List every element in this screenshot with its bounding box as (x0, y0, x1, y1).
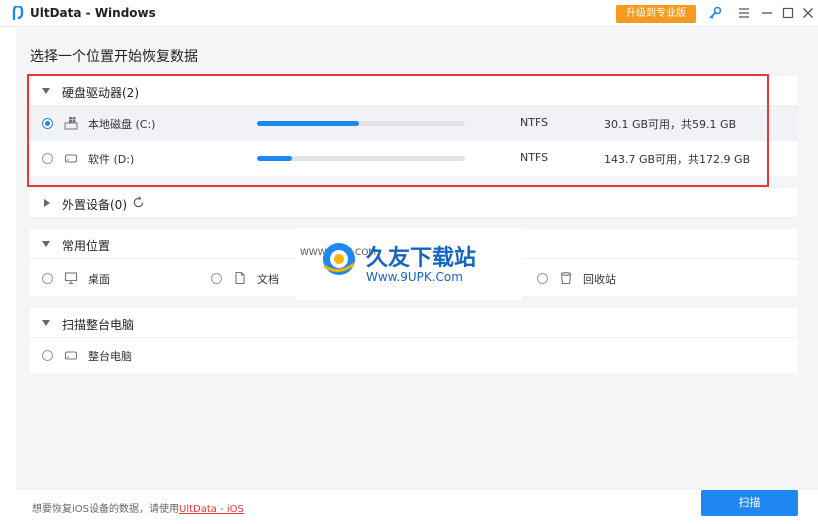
recycle-bin-label: 回收站 (583, 273, 616, 286)
app-title: UltData - Windows (30, 6, 156, 20)
watermark-brand: 久友下载站 (366, 246, 477, 271)
whole-computer-row[interactable]: 整台电脑 (30, 338, 798, 373)
key-icon[interactable] (708, 6, 722, 20)
collapse-caret-icon[interactable] (42, 241, 50, 247)
watermark-globe-icon (323, 243, 355, 275)
maximize-icon[interactable] (781, 6, 795, 20)
hard-drive-icon (64, 351, 78, 360)
external-section: 外置设备(0) (30, 188, 798, 218)
menu-icon[interactable] (737, 6, 751, 20)
ultdata-ios-link[interactable]: UltData - iOS (179, 504, 244, 515)
external-section-title: 外置设备(0) (62, 198, 127, 212)
recycle-bin-radio[interactable] (537, 273, 548, 284)
desktop-label: 桌面 (88, 273, 110, 286)
whole-computer-label: 整台电脑 (88, 350, 132, 363)
upgrade-button[interactable]: 升级到专业版 (616, 5, 696, 23)
common-section-title: 常用位置 (62, 239, 111, 253)
page-title: 选择一个位置开始恢复数据 (30, 49, 198, 65)
whole-computer-radio[interactable] (42, 350, 53, 361)
document-icon (235, 271, 245, 285)
highlight-frame (27, 74, 769, 187)
expand-caret-icon[interactable] (44, 199, 50, 207)
scan-button[interactable]: 扫描 (701, 490, 798, 516)
refresh-icon[interactable] (132, 196, 145, 209)
ultdata-logo-icon (12, 6, 24, 20)
close-icon[interactable] (801, 6, 815, 20)
footer-hint: 想要恢复iOS设备的数据，请使用UltData - iOS (32, 500, 244, 515)
external-section-header[interactable]: 外置设备(0) (30, 188, 798, 218)
watermark: WWW.9UPK.COM 久友下载站 Www.9UPK.Com (296, 228, 522, 300)
documents-radio[interactable] (211, 273, 222, 284)
footer: 想要恢复iOS设备的数据，请使用UltData - iOS 扫描 (0, 490, 818, 524)
full-scan-section-header[interactable]: 扫描整台电脑 (30, 308, 798, 338)
documents-label: 文档 (257, 273, 279, 286)
recycle-bin-icon (560, 272, 572, 285)
desktop-radio[interactable] (42, 273, 53, 284)
full-scan-section: 扫描整台电脑 整台电脑 (30, 308, 798, 373)
title-bar: UltData - Windows 升级到专业版 (0, 0, 818, 27)
watermark-url: Www.9UPK.Com (366, 270, 463, 284)
footer-hint-text: 想要恢复iOS设备的数据，请使用 (32, 504, 179, 515)
minimize-icon[interactable] (760, 6, 774, 20)
collapse-caret-icon[interactable] (42, 320, 50, 326)
desktop-icon (64, 272, 78, 285)
full-scan-section-title: 扫描整台电脑 (62, 318, 135, 332)
